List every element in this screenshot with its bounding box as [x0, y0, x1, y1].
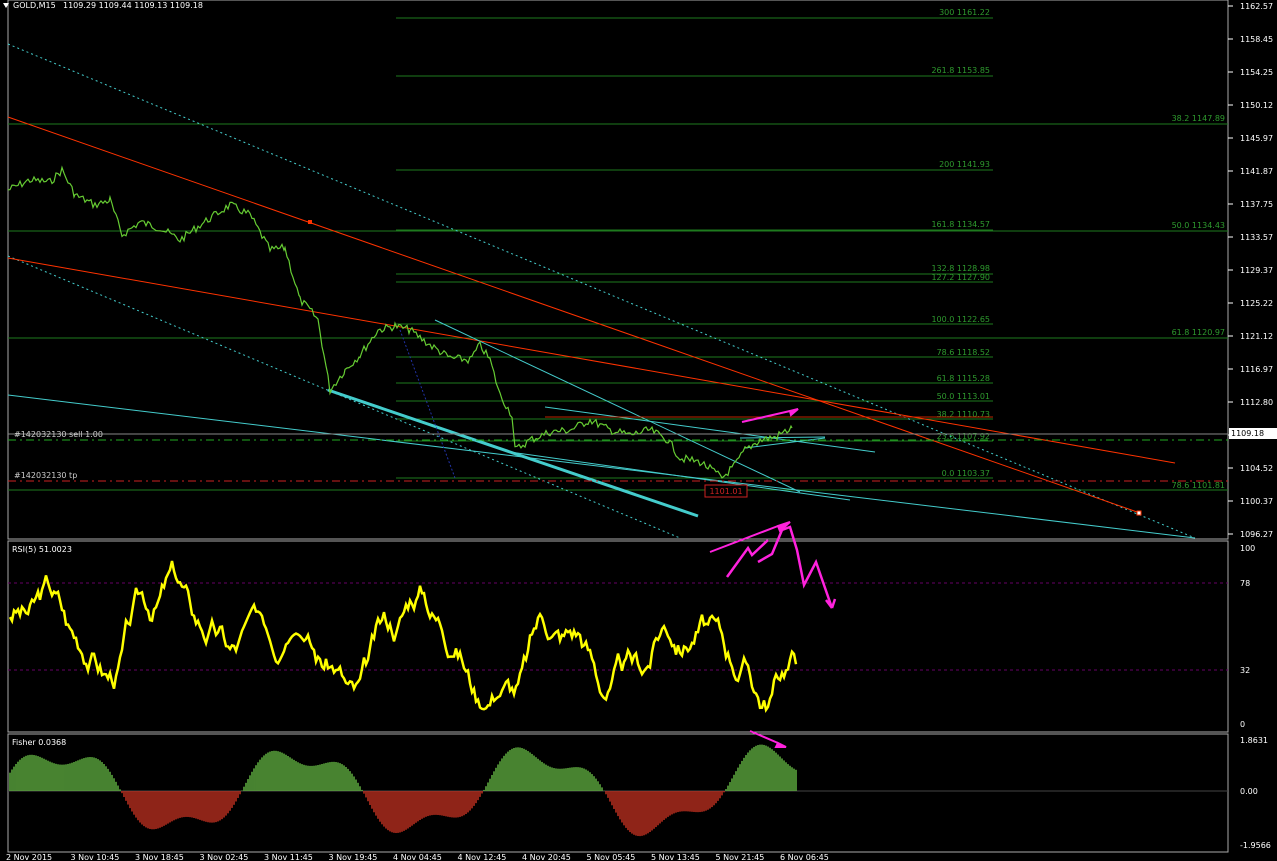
price-axis-tick: 1154.25 — [1240, 68, 1273, 77]
svg-text:100.0 1122.65: 100.0 1122.65 — [931, 315, 990, 324]
svg-text:38.2 1147.89: 38.2 1147.89 — [1172, 114, 1225, 123]
time-axis-tick: 3 Nov 19:45 — [329, 853, 378, 861]
time-axis-tick: 4 Nov 20:45 — [522, 853, 571, 861]
time-axis-tick: 3 Nov 18:45 — [135, 853, 184, 861]
svg-text:32: 32 — [1240, 666, 1250, 675]
price-axis-tick: 1100.37 — [1240, 497, 1273, 506]
price-axis-tick: 1145.97 — [1240, 134, 1273, 143]
svg-text:61.8 1120.97: 61.8 1120.97 — [1172, 328, 1225, 337]
sell-order-label: #142032130 sell 1.00 — [14, 430, 103, 439]
price-axis-tick: 1112.80 — [1240, 398, 1273, 407]
price-axis-tick: 1137.75 — [1240, 200, 1273, 209]
svg-text:0: 0 — [1240, 720, 1245, 729]
rsi-title: RSI(5) 51.0023 — [12, 545, 72, 554]
time-axis-tick: 5 Nov 21:45 — [716, 853, 765, 861]
svg-text:61.8 1115.28: 61.8 1115.28 — [937, 374, 990, 383]
price-axis-tick: 1133.57 — [1240, 233, 1273, 242]
price-axis-tick: 1121.12 — [1240, 332, 1273, 341]
time-axis-tick: 5 Nov 13:45 — [651, 853, 700, 861]
svg-text:50.0 1134.43: 50.0 1134.43 — [1172, 221, 1225, 230]
price-axis-tick: 1162.57 — [1240, 2, 1273, 11]
svg-text:78.6 1118.52: 78.6 1118.52 — [937, 348, 990, 357]
time-axis-tick: 5 Nov 05:45 — [587, 853, 636, 861]
svg-text:161.8 1134.57: 161.8 1134.57 — [931, 220, 990, 229]
price-axis-tick: 1150.12 — [1240, 101, 1273, 110]
time-axis-tick: 3 Nov 02:45 — [200, 853, 249, 861]
time-axis-tick: 3 Nov 11:45 — [264, 853, 313, 861]
price-axis-tick: 1158.45 — [1240, 35, 1273, 44]
svg-text:300 1161.22: 300 1161.22 — [939, 8, 990, 17]
time-axis-tick: 4 Nov 04:45 — [393, 853, 442, 861]
tp-order-label: #142032130 tp — [14, 471, 77, 480]
svg-text:200 1141.93: 200 1141.93 — [939, 160, 990, 169]
price-axis-tick: 1141.87 — [1240, 167, 1273, 176]
fisher-title: Fisher 0.0368 — [12, 738, 66, 747]
price-axis-tick: 1116.97 — [1240, 365, 1273, 374]
svg-text:78.6 1101.81: 78.6 1101.81 — [1172, 481, 1225, 490]
price-axis-tick: 1129.37 — [1240, 266, 1273, 275]
svg-text:78: 78 — [1240, 579, 1250, 588]
svg-text:100: 100 — [1240, 544, 1255, 553]
svg-text:0.0 1103.37: 0.0 1103.37 — [942, 469, 990, 478]
time-axis-tick: 4 Nov 12:45 — [458, 853, 507, 861]
price-axis-tick: 1096.27 — [1240, 530, 1273, 539]
price-axis-tick: 1104.52 — [1240, 464, 1273, 473]
svg-text:38.2 1110.73: 38.2 1110.73 — [937, 410, 990, 419]
current-price-label: 1109.18 — [1231, 429, 1264, 438]
svg-text:-1.9566: -1.9566 — [1240, 841, 1271, 850]
trendline-anchor — [1136, 510, 1142, 516]
time-axis-tick: 6 Nov 06:45 — [780, 853, 829, 861]
svg-text:0.00: 0.00 — [1240, 787, 1258, 796]
svg-text:127.2 1127.90: 127.2 1127.90 — [931, 273, 990, 282]
svg-text:50.0 1113.01: 50.0 1113.01 — [937, 392, 990, 401]
low-price-label: 1101.01 — [709, 487, 742, 496]
svg-text:261.8 1153.85: 261.8 1153.85 — [931, 66, 990, 75]
header-symbol: GOLD,M15 — [13, 1, 56, 10]
trendline-anchor — [308, 220, 312, 224]
time-axis-tick: 3 Nov 10:45 — [71, 853, 120, 861]
mt4-chart[interactable]: GOLD,M15 1109.29 1109.44 1109.13 1109.18… — [0, 0, 1277, 861]
time-axis-tick: 2 Nov 2015 — [6, 853, 52, 861]
price-axis-tick: 1125.22 — [1240, 299, 1273, 308]
svg-text:132.8 1128.98: 132.8 1128.98 — [931, 264, 990, 273]
svg-text:1.8631: 1.8631 — [1240, 736, 1268, 745]
header-ohlc: 1109.29 1109.44 1109.13 1109.18 — [63, 1, 203, 10]
